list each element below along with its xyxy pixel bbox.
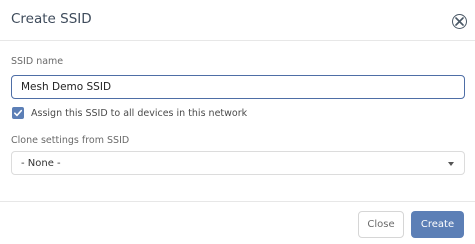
- create-button[interactable]: Create: [411, 211, 464, 238]
- clone-ssid-selected-value: - None -: [21, 158, 61, 169]
- caret-down-icon: [448, 162, 454, 166]
- close-button[interactable]: Close: [358, 211, 404, 238]
- ssid-name-input[interactable]: [11, 75, 465, 99]
- dialog-title: Create SSID: [11, 11, 92, 27]
- close-icon[interactable]: [452, 14, 467, 29]
- footer-divider: [0, 201, 475, 202]
- clone-ssid-select[interactable]: - None -: [11, 151, 465, 175]
- create-ssid-dialog: Create SSID SSID name Assign this SSID t…: [0, 0, 475, 244]
- header-divider: [0, 40, 475, 41]
- check-icon: [14, 109, 23, 117]
- assign-all-devices-label: Assign this SSID to all devices in this …: [31, 108, 248, 119]
- ssid-name-label: SSID name: [11, 56, 64, 67]
- assign-all-devices-checkbox[interactable]: [12, 107, 24, 119]
- clone-settings-label: Clone settings from SSID: [11, 135, 130, 146]
